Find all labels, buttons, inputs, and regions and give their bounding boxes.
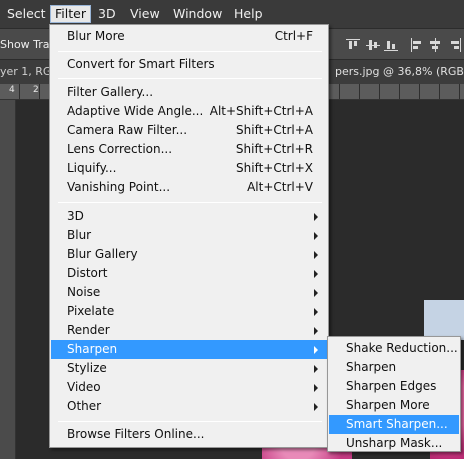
align-left-edges-icon[interactable] [410, 38, 424, 52]
menu-separator [58, 78, 322, 79]
submenu-arrow-icon [314, 346, 318, 354]
menu-item-label: Camera Raw Filter... [67, 123, 188, 137]
menu-item-label: Lens Correction... [67, 142, 173, 156]
sharpen-submenu: Shake Reduction... Sharpen Sharpen Edges… [327, 336, 461, 452]
submenu-item-shake-reduction[interactable]: Shake Reduction... [329, 339, 459, 358]
submenu-item-label: Shake Reduction... [346, 341, 458, 355]
menu-view[interactable]: View [126, 5, 164, 23]
menu-item-camera-raw-filter[interactable]: Camera Raw Filter... Shift+Ctrl+A [51, 121, 327, 140]
submenu-item-unsharp-mask[interactable]: Unsharp Mask... [329, 434, 459, 453]
menu-item-label: Other [67, 399, 102, 413]
submenu-item-smart-sharpen[interactable]: Smart Sharpen... [329, 415, 459, 434]
align-bottom-edges-icon[interactable] [384, 38, 398, 52]
menu-item-shortcut: Alt+Ctrl+V [247, 180, 313, 194]
menu-item-browse-filters-online[interactable]: Browse Filters Online... [51, 425, 327, 444]
menu-item-render[interactable]: Render [51, 321, 327, 340]
submenu-arrow-icon [314, 365, 318, 373]
align-vertical-centers-icon[interactable] [366, 38, 380, 52]
menu-item-liquify[interactable]: Liquify... Shift+Ctrl+X [51, 159, 327, 178]
menu-filter[interactable]: Filter [50, 5, 91, 23]
menu-item-blur[interactable]: Blur [51, 226, 327, 245]
menu-item-label: Stylize [67, 361, 107, 375]
submenu-item-sharpen-edges[interactable]: Sharpen Edges [329, 377, 459, 396]
submenu-arrow-icon [314, 384, 318, 392]
submenu-arrow-icon [314, 308, 318, 316]
document-tab-title[interactable]: pers.jpg @ 36,8% (RGB/8 [335, 65, 464, 78]
menu-item-shortcut: Alt+Shift+Ctrl+A [209, 104, 313, 118]
menu-item-filter-gallery[interactable]: Filter Gallery... [51, 83, 327, 102]
submenu-item-label: Sharpen Edges [346, 379, 437, 393]
menu-item-label: Blur [67, 228, 92, 242]
menu-separator [58, 421, 322, 422]
menu-item-blur-more[interactable]: Blur More Ctrl+F [51, 27, 327, 46]
menu-item-sharpen[interactable]: Sharpen [51, 340, 327, 359]
submenu-arrow-icon [314, 251, 318, 259]
align-right-edges-icon[interactable] [448, 38, 462, 52]
menu-item-label: Vanishing Point... [67, 180, 171, 194]
menu-item-shortcut: Shift+Ctrl+R [235, 142, 313, 156]
submenu-arrow-icon [314, 403, 318, 411]
menu-item-distort[interactable]: Distort [51, 264, 327, 283]
submenu-item-label: Smart Sharpen... [346, 417, 448, 431]
menu-item-3d[interactable]: 3D [51, 207, 327, 226]
menu-separator [58, 51, 322, 52]
menu-item-vanishing-point[interactable]: Vanishing Point... Alt+Ctrl+V [51, 178, 327, 197]
align-top-edges-icon[interactable] [346, 38, 360, 52]
submenu-arrow-icon [314, 270, 318, 278]
menu-item-label: Filter Gallery... [67, 85, 154, 99]
submenu-arrow-icon [314, 289, 318, 297]
submenu-arrow-icon [314, 213, 318, 221]
align-horizontal-centers-icon[interactable] [428, 38, 442, 52]
menu-item-adaptive-wide-angle[interactable]: Adaptive Wide Angle... Alt+Shift+Ctrl+A [51, 102, 327, 121]
menu-item-convert-for-smart-filters[interactable]: Convert for Smart Filters [51, 55, 327, 74]
menu-item-shortcut: Shift+Ctrl+A [236, 123, 313, 137]
menu-item-label: Adaptive Wide Angle... [67, 104, 204, 118]
menu-item-label: Liquify... [67, 161, 117, 175]
menu-item-label: Pixelate [67, 304, 115, 318]
menu-item-label: 3D [67, 209, 84, 223]
menu-item-other[interactable]: Other [51, 397, 327, 416]
menu-item-label: Sharpen [67, 342, 118, 356]
menu-item-label: Distort [67, 266, 108, 280]
menu-3d[interactable]: 3D [94, 5, 120, 23]
menu-item-shortcut: Shift+Ctrl+X [236, 161, 313, 175]
menu-item-label: Noise [67, 285, 101, 299]
photo-sky-area [424, 300, 464, 340]
menu-item-stylize[interactable]: Stylize [51, 359, 327, 378]
submenu-item-label: Sharpen [346, 360, 397, 374]
menu-select[interactable]: Select [3, 5, 50, 23]
submenu-item-sharpen[interactable]: Sharpen [329, 358, 459, 377]
submenu-item-label: Sharpen More [346, 398, 430, 412]
submenu-arrow-icon [314, 232, 318, 240]
ruler-label: 2 [33, 85, 39, 95]
menu-item-label: Browse Filters Online... [67, 427, 205, 441]
ruler-label: 4 [9, 85, 15, 95]
menu-item-label: Blur More [67, 29, 125, 43]
menu-item-label: Convert for Smart Filters [67, 57, 215, 71]
menu-separator [58, 202, 322, 203]
submenu-arrow-icon [314, 327, 318, 335]
submenu-item-sharpen-more[interactable]: Sharpen More [329, 396, 459, 415]
menu-item-label: Video [67, 380, 101, 394]
menu-item-label: Render [67, 323, 110, 337]
menu-item-video[interactable]: Video [51, 378, 327, 397]
menu-item-pixelate[interactable]: Pixelate [51, 302, 327, 321]
vertical-ruler [0, 100, 16, 459]
menu-item-lens-correction[interactable]: Lens Correction... Shift+Ctrl+R [51, 140, 327, 159]
menu-item-blur-gallery[interactable]: Blur Gallery [51, 245, 327, 264]
menu-window[interactable]: Window [169, 5, 226, 23]
menu-item-noise[interactable]: Noise [51, 283, 327, 302]
filter-menu: Blur More Ctrl+F Convert for Smart Filte… [49, 24, 329, 448]
menu-item-label: Blur Gallery [67, 247, 138, 261]
menu-help[interactable]: Help [230, 5, 267, 23]
submenu-item-label: Unsharp Mask... [346, 436, 443, 450]
menu-item-shortcut: Ctrl+F [274, 29, 313, 43]
